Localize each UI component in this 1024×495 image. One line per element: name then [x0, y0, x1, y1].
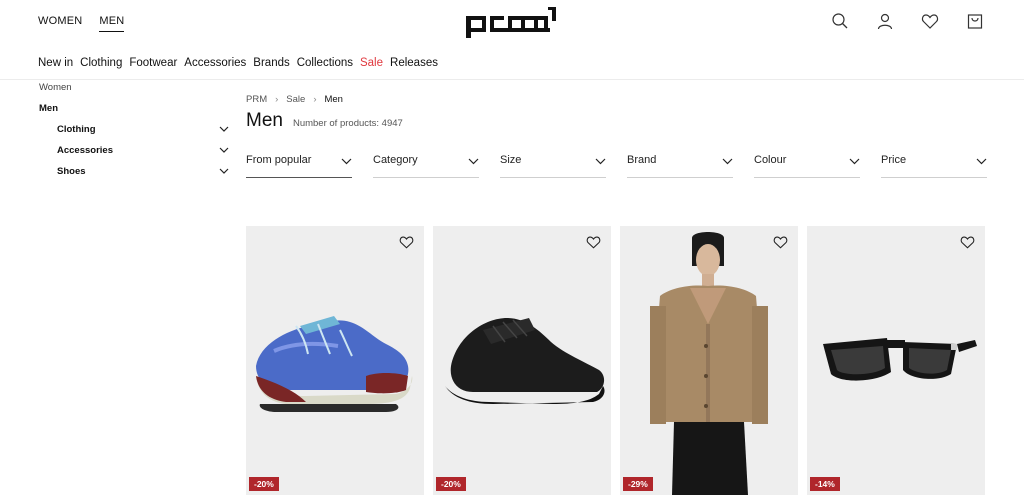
- discount-badge: -29%: [623, 477, 653, 491]
- category-filter[interactable]: Category: [373, 150, 479, 178]
- filter-label: Size: [500, 154, 522, 166]
- model-in-beige-jacket-image: [650, 232, 768, 495]
- filter-label: Category: [373, 154, 418, 166]
- wishlist-heart-icon[interactable]: [586, 235, 601, 249]
- discount-badge: -14%: [810, 477, 840, 491]
- cart-icon[interactable]: [966, 12, 984, 30]
- breadcrumb-current: Men: [324, 94, 343, 105]
- chevron-down-icon[interactable]: [219, 147, 229, 154]
- product-card[interactable]: -14%: [807, 226, 985, 495]
- chevron-down-icon: [976, 158, 987, 165]
- wishlist-icon[interactable]: [921, 12, 939, 30]
- sidebar-item-women[interactable]: Women: [39, 82, 72, 93]
- main-nav: New in Clothing Footwear Accessories Bra…: [38, 57, 438, 69]
- page-title: Men: [246, 110, 283, 131]
- breadcrumb-separator-icon: ›: [313, 94, 317, 105]
- top-bar: WOMEN MEN: [0, 0, 1024, 44]
- chevron-down-icon: [341, 158, 352, 165]
- breadcrumb-separator-icon: ›: [275, 94, 279, 105]
- product-grid: -20% -20% -29% -14%: [246, 226, 985, 495]
- discount-badge: -20%: [436, 477, 466, 491]
- gender-tabs: WOMEN MEN: [38, 15, 125, 32]
- chevron-down-icon: [849, 158, 860, 165]
- chevron-down-icon[interactable]: [219, 168, 229, 175]
- nav-clothing[interactable]: Clothing: [80, 57, 122, 69]
- black-sunglasses-image: [823, 338, 977, 381]
- nav-new-in[interactable]: New in: [38, 57, 73, 69]
- nav-releases[interactable]: Releases: [390, 57, 438, 69]
- product-count: Number of products: 4947: [292, 118, 403, 129]
- nav-sale[interactable]: Sale: [360, 57, 383, 69]
- breadcrumb-prm[interactable]: PRM: [246, 94, 267, 105]
- brand-filter[interactable]: Brand: [627, 150, 733, 178]
- wishlist-heart-icon[interactable]: [960, 235, 975, 249]
- chevron-down-icon: [595, 158, 606, 165]
- tab-men[interactable]: MEN: [99, 15, 125, 32]
- chevron-down-icon[interactable]: [219, 126, 229, 133]
- breadcrumb: PRM › Sale › Men: [246, 94, 343, 105]
- wishlist-heart-icon[interactable]: [773, 235, 788, 249]
- title-row: Men Number of products: 4947: [246, 110, 403, 132]
- size-filter[interactable]: Size: [500, 150, 606, 178]
- sidebar-item-accessories[interactable]: Accessories: [57, 145, 229, 156]
- tab-women[interactable]: WOMEN: [38, 15, 82, 32]
- prm-logo[interactable]: [466, 6, 558, 38]
- header-icons: [831, 12, 984, 30]
- product-card[interactable]: -20%: [246, 226, 424, 495]
- filter-label: Brand: [627, 154, 657, 166]
- account-icon[interactable]: [876, 12, 894, 30]
- sidebar-item-label: Clothing: [57, 124, 96, 135]
- search-icon[interactable]: [831, 12, 849, 30]
- nav-footwear[interactable]: Footwear: [129, 57, 177, 69]
- sidebar-item-label: Accessories: [57, 145, 113, 156]
- nav-accessories[interactable]: Accessories: [184, 57, 246, 69]
- product-card[interactable]: -20%: [433, 226, 611, 495]
- nav-divider: [0, 79, 1024, 80]
- breadcrumb-sale[interactable]: Sale: [286, 94, 305, 105]
- nav-brands[interactable]: Brands: [253, 57, 289, 69]
- black-sneaker-image: [445, 318, 605, 404]
- chevron-down-icon: [722, 158, 733, 165]
- filter-label: Colour: [754, 154, 787, 166]
- sidebar-item-men[interactable]: Men: [39, 103, 58, 114]
- chevron-down-icon: [468, 158, 479, 165]
- sidebar-item-shoes[interactable]: Shoes: [57, 166, 229, 177]
- sidebar-item-label: Shoes: [57, 166, 86, 177]
- filter-label: Price: [881, 154, 907, 166]
- product-card[interactable]: -29%: [620, 226, 798, 495]
- colour-filter[interactable]: Colour: [754, 150, 860, 178]
- nav-collections[interactable]: Collections: [297, 57, 353, 69]
- salomon-sneaker-image: [256, 316, 413, 412]
- filter-label: From popular: [246, 154, 312, 166]
- sidebar-item-clothing[interactable]: Clothing: [57, 124, 229, 135]
- discount-badge: -20%: [249, 477, 279, 491]
- filter-bar: From popular Category Size Brand Colour …: [246, 150, 987, 178]
- price-filter[interactable]: Price: [881, 150, 987, 178]
- sort-dropdown[interactable]: From popular: [246, 150, 352, 178]
- wishlist-heart-icon[interactable]: [399, 235, 414, 249]
